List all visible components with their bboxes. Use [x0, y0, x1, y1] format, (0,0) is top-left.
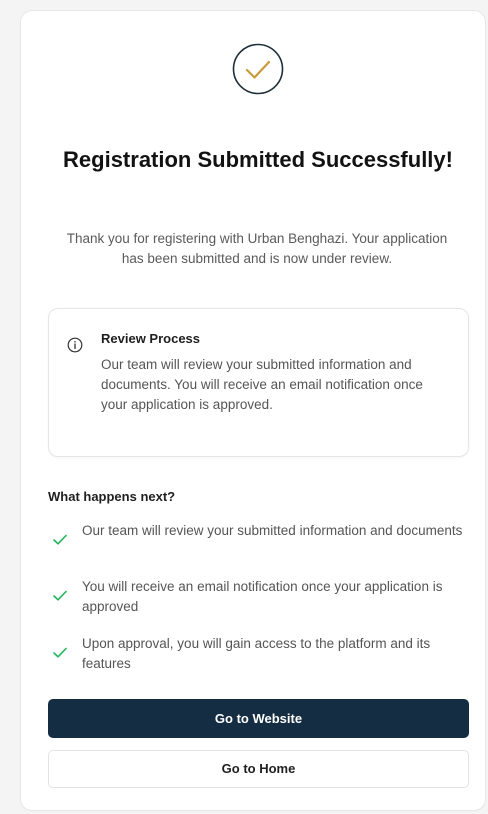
- review-process-text: Our team will review your submitted info…: [101, 357, 423, 412]
- next-steps-title: What happens next?: [48, 489, 176, 504]
- check-icon: [53, 534, 67, 545]
- check-icon: [53, 647, 67, 658]
- check-icon: [53, 590, 67, 601]
- go-to-website-button[interactable]: Go to Website: [48, 699, 469, 738]
- check-circle-icon: [232, 43, 284, 95]
- next-step-item: You will receive an email notification o…: [48, 577, 469, 621]
- next-step-text: Our team will review your submitted info…: [82, 523, 463, 538]
- next-step-item: Our team will review your submitted info…: [48, 521, 469, 565]
- next-step-text: Upon approval, you will gain access to t…: [82, 636, 431, 671]
- review-process-title: Review Process: [101, 331, 201, 346]
- review-process-box: Review Process Our team will review your…: [48, 308, 469, 457]
- next-step-text: You will receive an email notification o…: [82, 579, 443, 614]
- intro-message: Thank you for registering with Urban Ben…: [66, 231, 448, 266]
- go-to-home-button[interactable]: Go to Home: [48, 750, 469, 788]
- registration-success-card: Registration Submitted Successfully! Tha…: [20, 10, 486, 811]
- next-step-item: Upon approval, you will gain access to t…: [48, 634, 469, 678]
- info-icon: [67, 337, 83, 353]
- page-title: Registration Submitted Successfully!: [63, 147, 453, 172]
